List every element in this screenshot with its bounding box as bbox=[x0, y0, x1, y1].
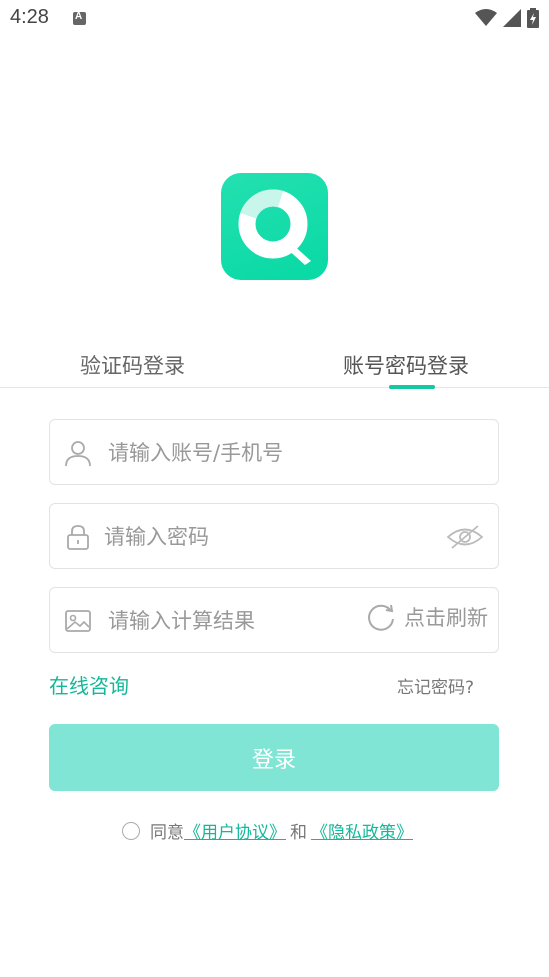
signal-icon bbox=[503, 9, 521, 27]
account-field bbox=[49, 419, 499, 485]
status-icons bbox=[475, 8, 539, 28]
app-logo bbox=[221, 173, 328, 280]
agreement-row: 同意 《用户协议》 和 《隐私政策》 bbox=[122, 818, 413, 843]
wifi-icon bbox=[475, 9, 497, 26]
tab-sms-login[interactable]: 验证码登录 bbox=[80, 350, 185, 380]
refresh-label: 点击刷新 bbox=[404, 606, 488, 630]
eye-hidden-icon[interactable] bbox=[446, 524, 484, 550]
status-time: 4:28 bbox=[10, 6, 49, 28]
agree-radio[interactable] bbox=[122, 821, 140, 840]
captcha-refresh[interactable]: 点击刷新 bbox=[366, 602, 488, 632]
online-consult-link[interactable]: 在线咨询 bbox=[49, 670, 129, 699]
user-icon bbox=[65, 441, 91, 467]
login-tabs: 验证码登录 账号密码登录 bbox=[0, 345, 549, 389]
privacy-policy-link[interactable]: 《隐私政策》 bbox=[311, 818, 413, 843]
password-field bbox=[49, 503, 499, 569]
status-bar: 4:28 bbox=[0, 0, 549, 38]
tab-password-login[interactable]: 账号密码登录 bbox=[343, 350, 469, 380]
battery-icon bbox=[527, 8, 539, 28]
refresh-icon bbox=[368, 604, 394, 631]
captcha-input[interactable] bbox=[106, 600, 350, 642]
login-button[interactable]: 登录 bbox=[49, 724, 499, 791]
agree-and: 和 bbox=[290, 823, 307, 843]
password-input[interactable] bbox=[102, 516, 436, 558]
image-icon bbox=[65, 610, 91, 632]
user-agreement-link[interactable]: 《用户协议》 bbox=[184, 818, 286, 843]
account-input[interactable] bbox=[106, 432, 440, 474]
forgot-password-link[interactable]: 忘记密码? bbox=[397, 673, 474, 698]
active-tab-indicator bbox=[389, 385, 435, 389]
agree-prefix: 同意 bbox=[150, 823, 184, 843]
lock-icon bbox=[67, 525, 89, 550]
notification-a-icon bbox=[73, 11, 86, 25]
captcha-field: 点击刷新 bbox=[49, 587, 499, 653]
